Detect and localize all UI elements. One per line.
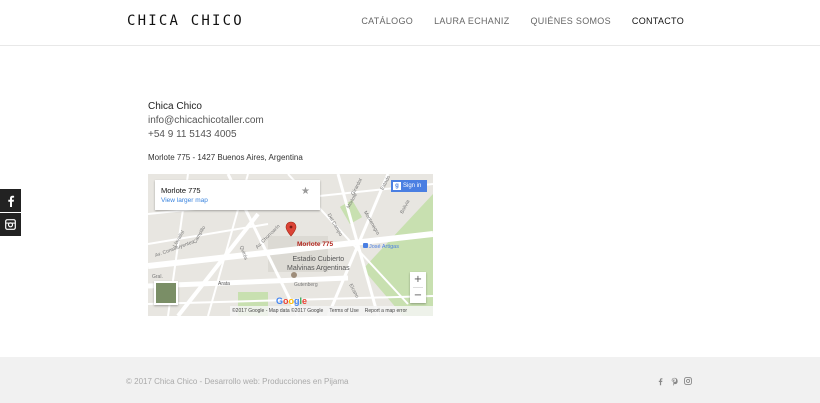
- site-header: CHICA CHICO CATÁLOGO LAURA ECHANIZ QUIÉN…: [0, 0, 820, 46]
- site-logo[interactable]: CHICA CHICO: [127, 13, 244, 29]
- map-pin-label: Morlote 775: [297, 241, 334, 248]
- signin-label: Sign in: [403, 183, 422, 189]
- map-street-label: Gral.: [152, 274, 163, 280]
- footer-instagram-link[interactable]: [684, 376, 692, 386]
- map-info-card: Morlote 775 View larger map ★: [155, 180, 320, 210]
- map-copyright: ©2017 Google - Map data ©2017 Google: [232, 308, 324, 314]
- facebook-icon: [658, 377, 662, 385]
- view-larger-map-link[interactable]: View larger map: [161, 197, 208, 204]
- map-poi-stadium: Estadio Cubierto Malvinas Argentinas: [287, 255, 350, 273]
- footer-social: [656, 376, 692, 386]
- side-instagram-button[interactable]: [0, 213, 21, 236]
- save-star-icon[interactable]: ★: [301, 186, 310, 197]
- map-signin-button[interactable]: g Sign in: [391, 180, 427, 192]
- nav-catalogo[interactable]: CATÁLOGO: [361, 16, 413, 26]
- map-street-label: Arata: [218, 281, 230, 287]
- map-terms-link[interactable]: Terms of Use: [329, 308, 358, 314]
- contact-phone: +54 9 11 5143 4005: [148, 129, 237, 140]
- contact-info: Chica Chico info@chicachicotaller.com +5…: [148, 101, 264, 140]
- zoom-out-button[interactable]: −: [410, 288, 426, 303]
- instagram-icon: [5, 219, 16, 230]
- google-logo: Google: [276, 296, 308, 306]
- map-street-label: Gutenberg: [294, 282, 318, 288]
- side-social-bar: [0, 189, 21, 237]
- side-facebook-button[interactable]: [0, 189, 21, 212]
- nav-laura-echaniz[interactable]: LAURA ECHANIZ: [434, 16, 509, 26]
- footer-facebook-link[interactable]: [656, 376, 664, 386]
- google-g-icon: g: [393, 182, 401, 190]
- footer-copyright: © 2017 Chica Chico - Desarrollo web: Pro…: [126, 377, 349, 386]
- map-report-link[interactable]: Report a map error: [365, 308, 407, 314]
- zoom-in-button[interactable]: +: [410, 272, 426, 287]
- map-poi-station: José Artigas: [369, 244, 399, 250]
- nav-quienes-somos[interactable]: QUIÉNES SOMOS: [531, 16, 611, 26]
- poi-stadium-line2: Malvinas Argentinas: [287, 265, 350, 272]
- nav-contacto[interactable]: CONTACTO: [632, 16, 684, 26]
- main-nav: CATÁLOGO LAURA ECHANIZ QUIÉNES SOMOS CON…: [340, 16, 684, 26]
- contact-email[interactable]: info@chicachicotaller.com: [148, 115, 264, 126]
- facebook-icon: [7, 195, 14, 207]
- poi-stadium-line1: Estadio Cubierto: [292, 256, 345, 263]
- contact-address: Morlote 775 - 1427 Buenos Aires, Argenti…: [148, 153, 303, 162]
- map-zoom-control: + −: [410, 272, 426, 303]
- map-attribution-bar: ©2017 Google - Map data ©2017 Google Ter…: [230, 306, 433, 316]
- site-footer: © 2017 Chica Chico - Desarrollo web: Pro…: [0, 357, 820, 403]
- contact-name: Chica Chico: [148, 101, 202, 112]
- footer-pinterest-link[interactable]: [670, 376, 678, 386]
- map-card-title: Morlote 775: [161, 186, 201, 195]
- satellite-toggle[interactable]: [154, 281, 178, 305]
- google-map[interactable]: Estado Morlote Montenegro Del Campo Av. …: [148, 174, 433, 316]
- pinterest-icon: [671, 377, 678, 386]
- instagram-icon: [684, 377, 692, 385]
